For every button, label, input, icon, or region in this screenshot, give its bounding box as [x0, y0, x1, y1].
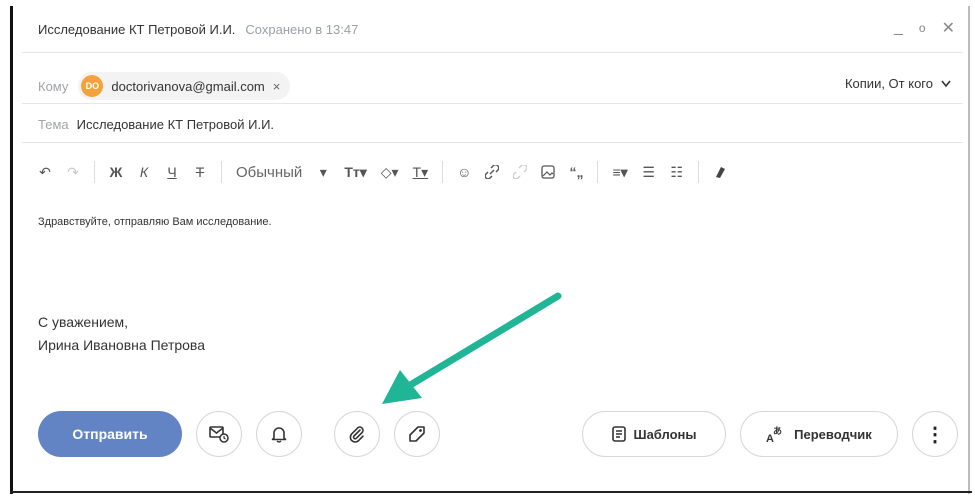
minimize-button[interactable]: _ [894, 19, 903, 37]
unlink-icon[interactable] [513, 165, 528, 179]
reminder-bell-icon [271, 427, 287, 443]
to-label: Кому [38, 78, 69, 94]
to-field: Кому DO doctorivanova@gmail.com × [38, 72, 291, 100]
divider [22, 52, 963, 53]
templates-icon [611, 426, 626, 442]
toolbar-separator [442, 161, 444, 183]
signature-line: С уважением, [38, 314, 129, 330]
frame-right-edge [968, 6, 970, 494]
subject-field[interactable]: Тема Исследование КТ Петровой И.И. [38, 117, 274, 132]
divider [22, 103, 963, 104]
italic-button[interactable]: К [137, 164, 151, 180]
format-toolbar: ↶ ↷ Ж К Ч Т Обычный ▾ Тт▾ ◇▾ T▾ ☺ “„ ≡▾ … [38, 158, 727, 186]
toolbar-separator [94, 161, 95, 183]
reminder-button[interactable] [256, 411, 302, 457]
action-bar: Отправить Шаблоны Aあ Переводчик ⋮ [38, 411, 958, 457]
subject-input[interactable]: Исследование КТ Петровой И.И. [77, 117, 274, 132]
quote-button[interactable]: “„ [569, 164, 583, 180]
subject-label: Тема [38, 117, 69, 132]
attach-paperclip-icon [349, 426, 364, 443]
recipient-email: doctorivanova@gmail.com [111, 78, 265, 94]
message-body[interactable]: Здравствуйте, отправляю Вам исследование… [38, 216, 272, 228]
window-title: Исследование КТ Петровой И.И. [38, 22, 236, 37]
annotation-arrow [382, 292, 562, 404]
send-button[interactable]: Отправить [38, 411, 182, 457]
undo-icon[interactable]: ↶ [38, 164, 52, 181]
more-button[interactable]: ⋮ [912, 411, 958, 457]
emoji-icon[interactable]: ☺ [457, 164, 471, 180]
avatar: DO [81, 75, 104, 97]
remove-recipient-icon[interactable]: × [273, 79, 281, 94]
redo-icon[interactable]: ↷ [66, 164, 80, 181]
strikethrough-button[interactable]: Т [193, 164, 207, 180]
text-color-button[interactable]: T▾ [413, 164, 429, 181]
image-icon[interactable] [541, 165, 556, 179]
svg-text:あ: あ [773, 426, 782, 436]
cc-toggle[interactable]: Копии, От кого [845, 76, 951, 91]
delayed-send-button[interactable] [196, 411, 242, 457]
font-style-select[interactable]: Обычный [236, 164, 302, 181]
templates-button[interactable]: Шаблоны [582, 411, 726, 457]
text-size-button[interactable]: Тт▾ [344, 164, 366, 181]
templates-label: Шаблоны [633, 426, 697, 442]
translate-icon: Aあ [766, 426, 782, 443]
toolbar-separator [597, 161, 599, 183]
toolbar-separator [697, 161, 699, 183]
close-button[interactable]: ✕ [942, 18, 955, 38]
link-icon[interactable] [485, 165, 500, 179]
signature: С уважением, Ирина Ивановна Петрова [38, 311, 205, 357]
tag-button[interactable] [394, 411, 440, 457]
translator-label: Переводчик [794, 426, 872, 442]
delayed-send-icon [209, 426, 229, 443]
attach-file-button[interactable] [334, 411, 380, 457]
fill-color-button[interactable]: ◇▾ [381, 164, 399, 181]
numbered-list-icon[interactable]: ☷ [670, 164, 684, 181]
clear-format-icon[interactable] [713, 165, 727, 179]
font-style-dropdown-icon[interactable]: ▾ [316, 164, 330, 181]
frame-bottom-edge [10, 491, 972, 493]
chevron-down-icon [941, 80, 951, 87]
cc-label: Копии, От кого [844, 76, 933, 91]
title-bar: Исследование КТ Петровой И.И. Сохранено … [38, 22, 358, 37]
frame-left-edge [10, 6, 13, 494]
divider [22, 142, 963, 143]
bullet-list-icon[interactable]: ☰ [642, 164, 656, 181]
window-controls: _ o ✕ [894, 18, 955, 38]
toolbar-separator [221, 161, 222, 183]
align-button[interactable]: ≡▾ [612, 164, 627, 181]
signature-line: Ирина Ивановна Петрова [38, 337, 206, 353]
tag-icon [409, 426, 425, 442]
restore-button[interactable]: o [919, 21, 926, 35]
recipient-chip[interactable]: DO doctorivanova@gmail.com × [78, 72, 291, 100]
translator-button[interactable]: Aあ Переводчик [740, 411, 898, 457]
underline-button[interactable]: Ч [165, 164, 179, 180]
saved-status: Сохранено в 13:47 [245, 22, 359, 37]
bold-button[interactable]: Ж [109, 164, 123, 180]
